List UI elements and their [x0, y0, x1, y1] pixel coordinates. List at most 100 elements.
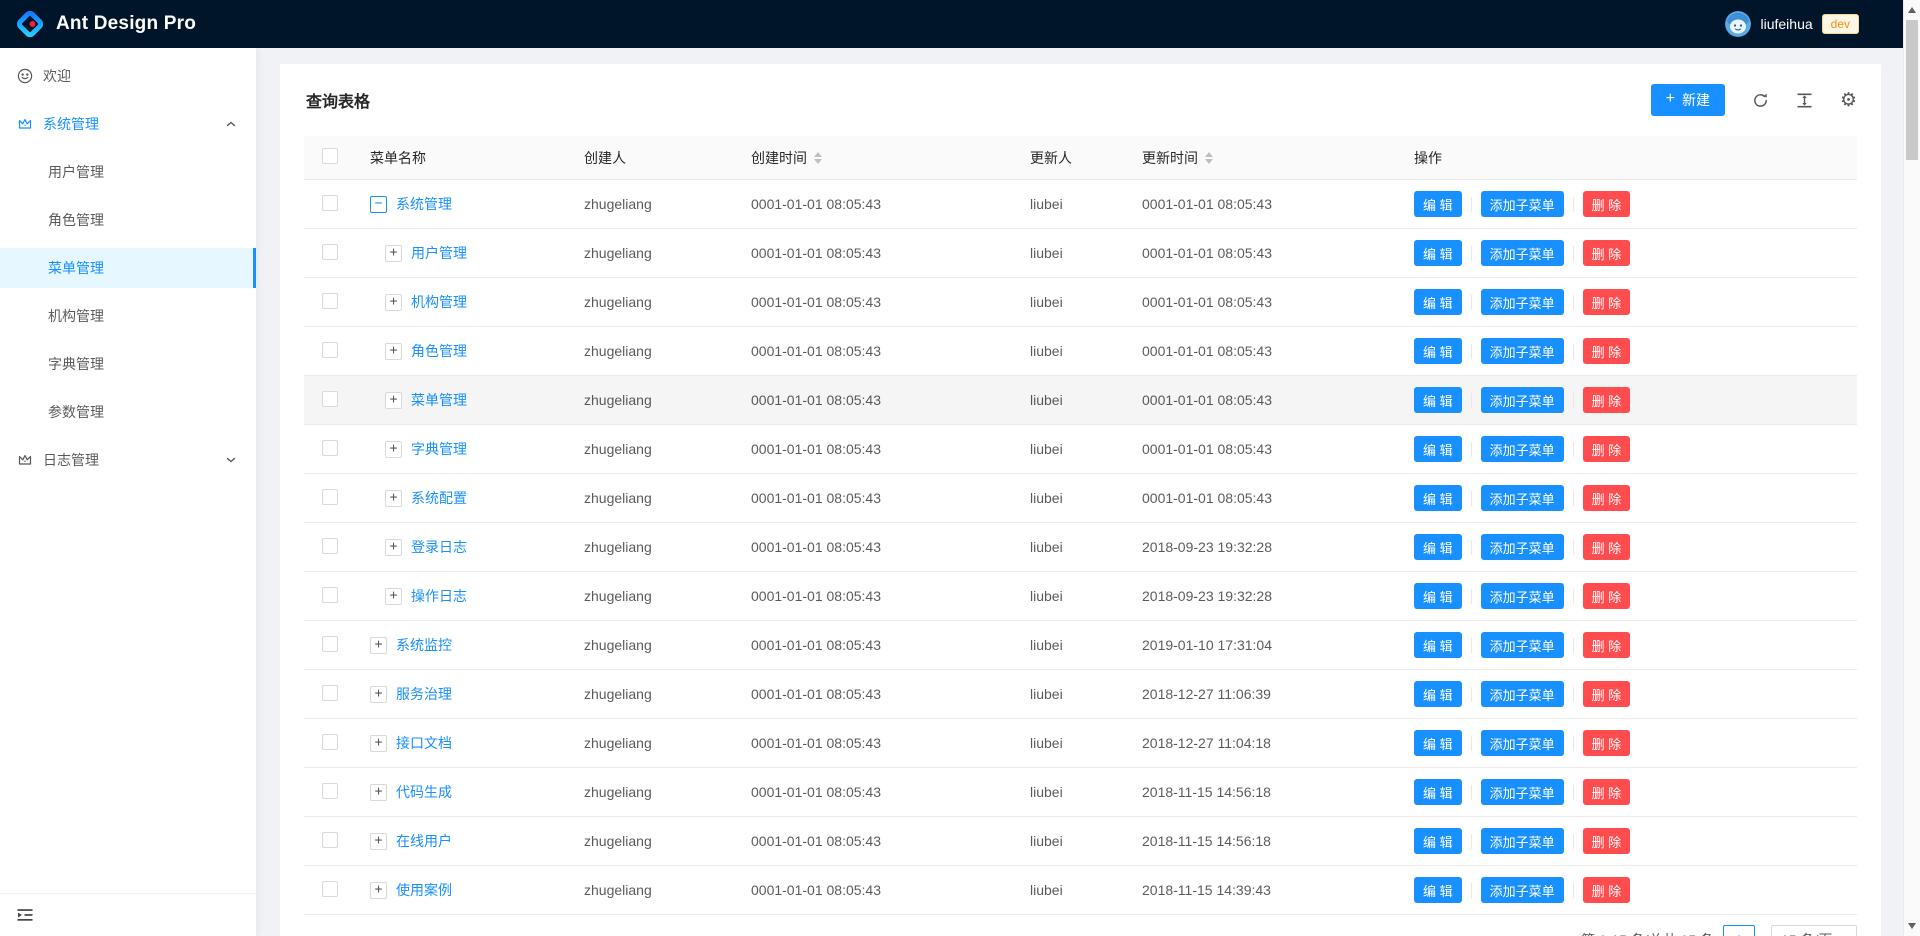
settings-gear-icon[interactable]: ⚙	[1840, 91, 1857, 110]
delete-button[interactable]: 删 除	[1583, 289, 1631, 315]
expand-row-icon[interactable]: +	[370, 735, 387, 752]
row-checkbox[interactable]	[322, 881, 338, 897]
menu-name-link[interactable]: 代码生成	[396, 782, 452, 802]
edit-button[interactable]: 编 辑	[1414, 632, 1462, 658]
add-submenu-button[interactable]: 添加子菜单	[1481, 387, 1564, 413]
logo[interactable]: Ant Design Pro	[16, 10, 196, 38]
sidebar-submenu-system-management[interactable]: 系统管理	[0, 104, 256, 144]
expand-row-icon[interactable]: +	[370, 637, 387, 654]
add-submenu-button[interactable]: 添加子菜单	[1481, 877, 1564, 903]
expand-row-icon[interactable]: +	[385, 343, 402, 360]
add-submenu-button[interactable]: 添加子菜单	[1481, 681, 1564, 707]
expand-row-icon[interactable]: +	[370, 833, 387, 850]
menu-name-link[interactable]: 菜单管理	[411, 390, 467, 410]
density-icon[interactable]	[1796, 92, 1813, 109]
add-submenu-button[interactable]: 添加子菜单	[1481, 338, 1564, 364]
menu-name-link[interactable]: 接口文档	[396, 733, 452, 753]
page-size-select[interactable]: 15 条/页	[1771, 925, 1857, 936]
row-checkbox[interactable]	[322, 783, 338, 799]
window-scrollbar[interactable]	[1903, 0, 1920, 936]
add-submenu-button[interactable]: 添加子菜单	[1481, 779, 1564, 805]
expand-row-icon[interactable]: +	[385, 588, 402, 605]
edit-button[interactable]: 编 辑	[1414, 485, 1462, 511]
expand-row-icon[interactable]: +	[385, 441, 402, 458]
menu-name-link[interactable]: 使用案例	[396, 880, 452, 900]
edit-button[interactable]: 编 辑	[1414, 240, 1462, 266]
row-checkbox[interactable]	[322, 685, 338, 701]
column-header-updated-sortable[interactable]: 更新时间	[1142, 148, 1414, 168]
row-checkbox[interactable]	[322, 244, 338, 260]
sidebar-item-param-management[interactable]: 参数管理	[0, 392, 256, 432]
edit-button[interactable]: 编 辑	[1414, 289, 1462, 315]
delete-button[interactable]: 删 除	[1583, 779, 1631, 805]
delete-button[interactable]: 删 除	[1583, 240, 1631, 266]
expand-row-icon[interactable]: +	[385, 245, 402, 262]
row-checkbox[interactable]	[322, 440, 338, 456]
add-submenu-button[interactable]: 添加子菜单	[1481, 828, 1564, 854]
delete-button[interactable]: 删 除	[1583, 485, 1631, 511]
edit-button[interactable]: 编 辑	[1414, 681, 1462, 707]
delete-button[interactable]: 删 除	[1583, 436, 1631, 462]
row-checkbox[interactable]	[322, 195, 338, 211]
sidebar-item-dict-management[interactable]: 字典管理	[0, 344, 256, 384]
sidebar-item-org-management[interactable]: 机构管理	[0, 296, 256, 336]
menu-name-link[interactable]: 登录日志	[411, 537, 467, 557]
user-name[interactable]: liufeihua	[1760, 16, 1812, 32]
menu-name-link[interactable]: 系统配置	[411, 488, 467, 508]
expand-row-icon[interactable]: +	[370, 784, 387, 801]
delete-button[interactable]: 删 除	[1583, 387, 1631, 413]
row-checkbox[interactable]	[322, 734, 338, 750]
delete-button[interactable]: 删 除	[1583, 534, 1631, 560]
scrollbar-thumb[interactable]	[1906, 20, 1918, 160]
row-checkbox[interactable]	[322, 538, 338, 554]
edit-button[interactable]: 编 辑	[1414, 583, 1462, 609]
edit-button[interactable]: 编 辑	[1414, 387, 1462, 413]
row-checkbox[interactable]	[322, 391, 338, 407]
sidebar-item-user-management[interactable]: 用户管理	[0, 152, 256, 192]
expand-row-icon[interactable]: +	[370, 686, 387, 703]
edit-button[interactable]: 编 辑	[1414, 534, 1462, 560]
menu-name-link[interactable]: 系统管理	[396, 194, 452, 214]
menu-name-link[interactable]: 服务治理	[396, 684, 452, 704]
edit-button[interactable]: 编 辑	[1414, 436, 1462, 462]
add-submenu-button[interactable]: 添加子菜单	[1481, 583, 1564, 609]
row-checkbox[interactable]	[322, 293, 338, 309]
add-submenu-button[interactable]: 添加子菜单	[1481, 289, 1564, 315]
row-checkbox[interactable]	[322, 489, 338, 505]
delete-button[interactable]: 删 除	[1583, 828, 1631, 854]
menu-name-link[interactable]: 角色管理	[411, 341, 467, 361]
delete-button[interactable]: 删 除	[1583, 338, 1631, 364]
add-submenu-button[interactable]: 添加子菜单	[1481, 485, 1564, 511]
delete-button[interactable]: 删 除	[1583, 191, 1631, 217]
menu-name-link[interactable]: 用户管理	[411, 243, 467, 263]
menu-fold-icon[interactable]	[16, 906, 34, 924]
delete-button[interactable]: 删 除	[1583, 877, 1631, 903]
menu-name-link[interactable]: 在线用户	[396, 831, 452, 851]
edit-button[interactable]: 编 辑	[1414, 730, 1462, 756]
expand-row-icon[interactable]: +	[385, 539, 402, 556]
pagination-page-1[interactable]: 1	[1723, 925, 1755, 936]
select-all-checkbox[interactable]	[322, 148, 338, 164]
reload-icon[interactable]	[1752, 92, 1769, 109]
scrollbar-up-arrow-icon[interactable]	[1908, 7, 1916, 13]
sidebar-submenu-log-management[interactable]: 日志管理	[0, 440, 256, 480]
row-checkbox[interactable]	[322, 342, 338, 358]
row-checkbox[interactable]	[322, 636, 338, 652]
add-submenu-button[interactable]: 添加子菜单	[1481, 632, 1564, 658]
expand-row-icon[interactable]: +	[370, 882, 387, 899]
row-checkbox[interactable]	[322, 587, 338, 603]
collapse-row-icon[interactable]: −	[370, 196, 387, 213]
expand-row-icon[interactable]: +	[385, 294, 402, 311]
add-submenu-button[interactable]: 添加子菜单	[1481, 436, 1564, 462]
new-button[interactable]: + 新建	[1651, 84, 1725, 116]
expand-row-icon[interactable]: +	[385, 392, 402, 409]
delete-button[interactable]: 删 除	[1583, 730, 1631, 756]
edit-button[interactable]: 编 辑	[1414, 338, 1462, 364]
add-submenu-button[interactable]: 添加子菜单	[1481, 534, 1564, 560]
add-submenu-button[interactable]: 添加子菜单	[1481, 240, 1564, 266]
row-checkbox[interactable]	[322, 832, 338, 848]
add-submenu-button[interactable]: 添加子菜单	[1481, 730, 1564, 756]
menu-name-link[interactable]: 字典管理	[411, 439, 467, 459]
edit-button[interactable]: 编 辑	[1414, 877, 1462, 903]
column-header-created-sortable[interactable]: 创建时间	[751, 148, 1030, 168]
